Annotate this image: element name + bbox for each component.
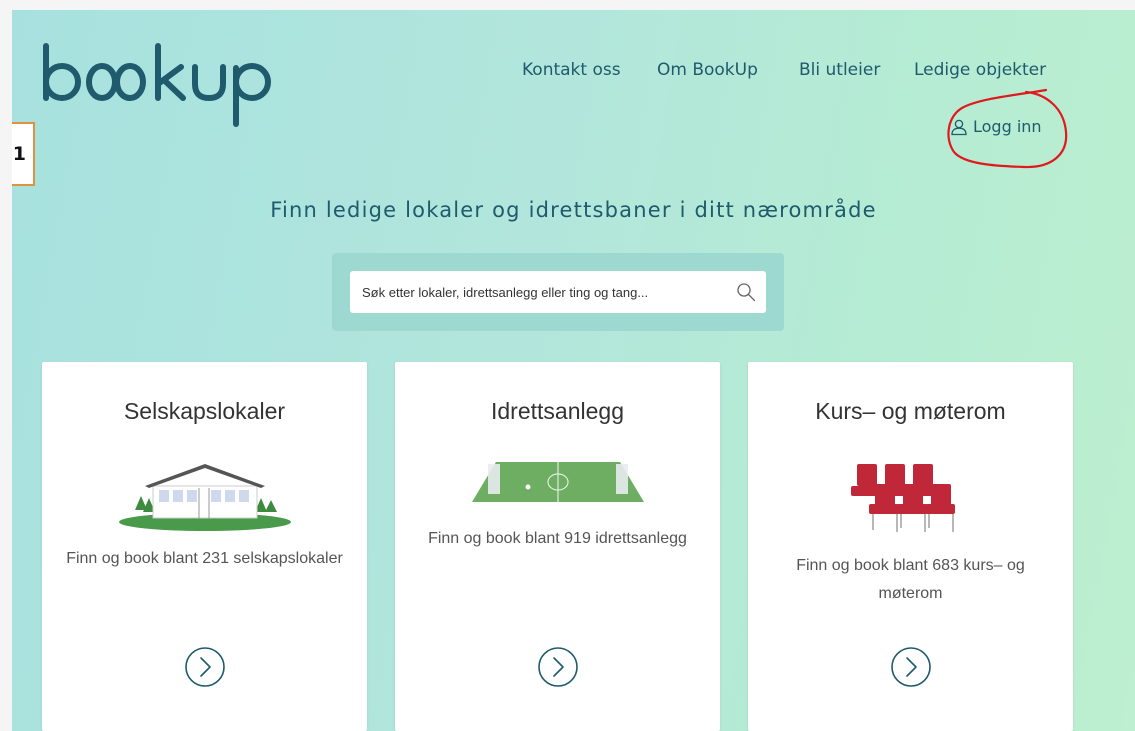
party-venue-icon [42,462,367,532]
football-field-icon [395,458,720,508]
nav-ledige-objekter[interactable]: Ledige objekter [914,60,1046,80]
nav-kontakt-oss[interactable]: Kontakt oss [522,60,621,80]
user-icon [951,119,967,135]
card-title: Idrettsanlegg [491,398,624,424]
page: 1 Kontakt oss Om BookUp Bli utleier Ledi… [12,10,1135,731]
search-panel [332,253,784,331]
arrow-right-icon[interactable] [890,646,932,688]
search-box [350,271,766,313]
login-link[interactable]: Logg inn [950,117,1042,136]
search-icon[interactable] [726,282,766,302]
card-selskapslokaler[interactable]: Selskapslokaler Finn og book blant 231 s… [42,362,367,731]
arrow-right-icon[interactable] [184,646,226,688]
arrow-right-icon[interactable] [537,646,579,688]
card-idrettsanlegg[interactable]: Idrettsanlegg Finn og book blant 919 idr… [395,362,720,731]
hero-tagline: Finn ledige lokaler og idrettsbaner i di… [270,198,877,222]
bookup-logo[interactable] [40,40,280,134]
step-marker: 1 [12,122,35,186]
card-description: Finn og book blant 683 kurs– og møterom [796,557,1025,602]
card-description: Finn og book blant 231 selskapslokaler [66,550,343,567]
nav-om-bookup[interactable]: Om BookUp [657,60,758,80]
card-description: Finn og book blant 919 idrettsanlegg [428,530,687,547]
card-title: Kurs– og møterom [815,398,1006,424]
nav-bli-utleier[interactable]: Bli utleier [799,60,880,80]
chairs-icon [748,462,1073,534]
card-kurs-og-moterom[interactable]: Kurs– og møterom Finn og book blant 683 … [748,362,1073,731]
search-input[interactable] [350,284,726,300]
login-label: Logg inn [973,117,1042,136]
card-title: Selskapslokaler [123,398,286,424]
